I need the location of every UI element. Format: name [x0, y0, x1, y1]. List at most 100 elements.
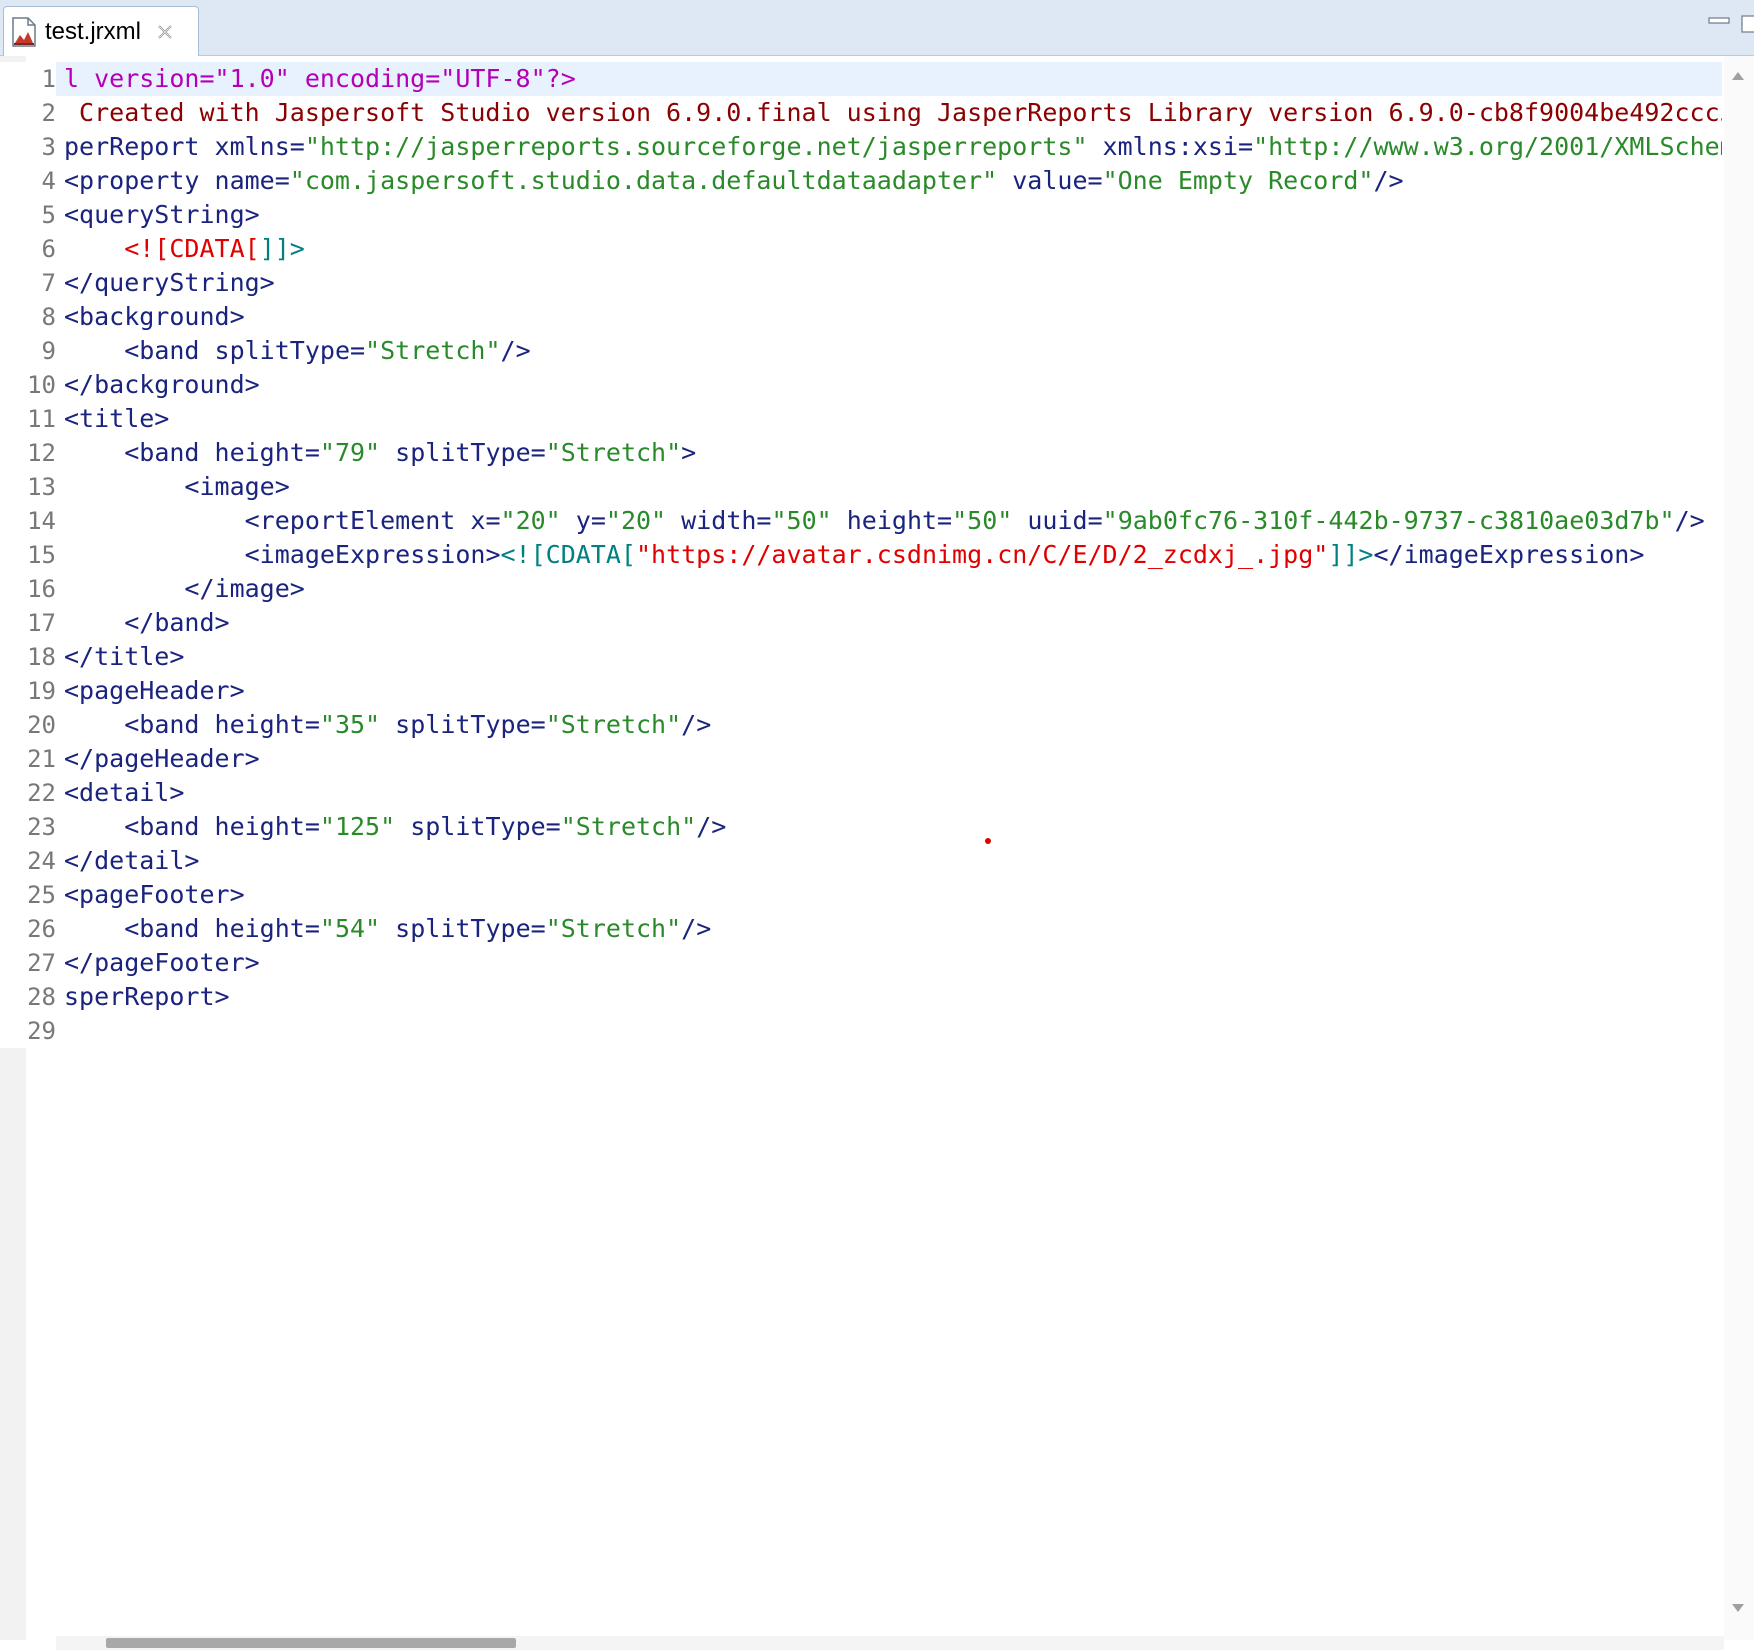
line-number: 2: [0, 96, 56, 130]
maximize-icon[interactable]: [1740, 14, 1754, 34]
code-token: "50": [771, 506, 832, 535]
code-token: "One Empty Record": [1102, 166, 1374, 195]
code-line[interactable]: 14 <reportElement x="20" y="20" width="5…: [0, 504, 1722, 538]
code-token: </imageExpression>: [1373, 540, 1645, 569]
code-line[interactable]: 16 </image>: [0, 572, 1722, 606]
code-token: </queryString>: [64, 268, 275, 297]
line-code: </band>: [64, 606, 229, 640]
line-code: <pageFooter>: [64, 878, 245, 912]
code-line[interactable]: 18 </title>: [0, 640, 1722, 674]
line-number: 5: [0, 198, 56, 232]
code-token: "20": [605, 506, 667, 535]
line-code: <imageExpression><![CDATA["https://avata…: [64, 538, 1645, 572]
line-code: <band height="79" splitType="Stretch">: [64, 436, 696, 470]
code-line[interactable]: 2 Created with Jaspersoft Studio version…: [0, 96, 1722, 130]
tab-test-jrxml[interactable]: test.jrxml: [3, 6, 199, 56]
code-line[interactable]: 19 <pageHeader>: [0, 674, 1722, 708]
code-line[interactable]: 24 </detail>: [0, 844, 1722, 878]
line-code: <background>: [64, 300, 245, 334]
code-token: "9ab0fc76-310f-442b-9737-c3810ae03d7b": [1102, 506, 1675, 535]
line-number: 9: [0, 334, 56, 368]
code-line[interactable]: 17 </band>: [0, 606, 1722, 640]
code-token: y=: [560, 506, 606, 535]
code-token: "Stretch": [560, 812, 697, 841]
line-number: 19: [0, 674, 56, 708]
line-code: <property name="com.jaspersoft.studio.da…: [64, 164, 1404, 198]
line-number: 28: [0, 980, 56, 1014]
code-line[interactable]: 8 <background>: [0, 300, 1722, 334]
code-token: xmlns:xsi=: [1087, 132, 1254, 161]
code-token: perReport: [64, 132, 215, 161]
code-token: "54": [319, 914, 381, 943]
code-token: "Stretch": [545, 710, 682, 739]
code-token: ]]>: [259, 234, 305, 263]
code-line[interactable]: 4 <property name="com.jaspersoft.studio.d…: [0, 164, 1722, 198]
code-line[interactable]: 3 perReport xmlns="http://jasperreports.s…: [0, 130, 1722, 164]
code-token: <reportElement: [244, 506, 471, 535]
code-token: <image>: [184, 472, 290, 501]
line-code: <image>: [64, 470, 290, 504]
line-number: 25: [0, 878, 56, 912]
code-line[interactable]: 28 sperReport>: [0, 980, 1722, 1014]
code-line[interactable]: 12 <band height="79" splitType="Stretch"…: [0, 436, 1722, 470]
code-token: />: [1373, 166, 1404, 195]
line-number: 1: [0, 62, 56, 96]
xml-source-editor[interactable]: 1 l version="1.0" encoding="UTF-8"?> 2 Cre…: [0, 56, 1754, 1650]
line-number: 27: [0, 946, 56, 980]
code-token: height=: [831, 506, 953, 535]
code-line[interactable]: 11 <title>: [0, 402, 1722, 436]
code-line[interactable]: 23 <band height="125" splitType="Stretch…: [0, 810, 1722, 844]
line-number: 16: [0, 572, 56, 606]
code-line[interactable]: 27 </pageFooter>: [0, 946, 1722, 980]
horizontal-scroll-thumb[interactable]: [106, 1638, 516, 1648]
code-line[interactable]: 9 <band splitType="Stretch"/>: [0, 334, 1722, 368]
code-token: <background>: [64, 302, 245, 331]
line-code: </queryString>: [64, 266, 275, 300]
code-token: <band: [124, 812, 215, 841]
vertical-scrollbar[interactable]: [1724, 56, 1754, 1640]
code-token: />: [1674, 506, 1705, 535]
code-token: <band: [124, 336, 215, 365]
code-token: "50": [952, 506, 1013, 535]
close-icon[interactable]: [155, 22, 175, 42]
code-line[interactable]: 10 </background>: [0, 368, 1722, 402]
code-line[interactable]: 29: [0, 1014, 1722, 1048]
code-line[interactable]: 26 <band height="54" splitType="Stretch"…: [0, 912, 1722, 946]
horizontal-scrollbar[interactable]: [56, 1636, 1724, 1650]
code-line[interactable]: 15 <imageExpression><![CDATA["https://av…: [0, 538, 1722, 572]
line-number: 20: [0, 708, 56, 742]
code-token: "https://avatar.csdnimg.cn/C/E/D/2_zcdxj…: [635, 540, 1329, 569]
code-lines[interactable]: 1 l version="1.0" encoding="UTF-8"?> 2 Cre…: [0, 62, 1722, 1048]
line-number: 26: [0, 912, 56, 946]
code-token: ]]>: [1328, 540, 1374, 569]
code-line[interactable]: 22 <detail>: [0, 776, 1722, 810]
line-number: 18: [0, 640, 56, 674]
minimize-icon[interactable]: [1708, 14, 1730, 28]
code-token: "125": [319, 812, 396, 841]
line-code: <pageHeader>: [64, 674, 245, 708]
code-line[interactable]: 20 <band height="35" splitType="Stretch"…: [0, 708, 1722, 742]
line-code: <detail>: [64, 776, 184, 810]
code-line[interactable]: 13 <image>: [0, 470, 1722, 504]
line-number: 17: [0, 606, 56, 640]
code-token: <property: [64, 166, 215, 195]
line-code: l version="1.0" encoding="UTF-8"?>: [64, 62, 576, 96]
code-line[interactable]: 25 <pageFooter>: [0, 878, 1722, 912]
scroll-down-arrow-icon[interactable]: [1732, 1604, 1744, 1612]
line-number: 8: [0, 300, 56, 334]
code-line[interactable]: 6 <![CDATA[]]>: [0, 232, 1722, 266]
code-line[interactable]: 5 <queryString>: [0, 198, 1722, 232]
line-code: Created with Jaspersoft Studio version 6…: [64, 96, 1722, 130]
code-line[interactable]: 21 </pageHeader>: [0, 742, 1722, 776]
code-line[interactable]: 1 l version="1.0" encoding="UTF-8"?>: [0, 62, 1722, 96]
code-line[interactable]: 7 </queryString>: [0, 266, 1722, 300]
code-token: </background>: [64, 370, 260, 399]
line-number: 11: [0, 402, 56, 436]
code-token: splitType=: [380, 438, 546, 467]
code-token: </pageHeader>: [64, 744, 260, 773]
scroll-up-arrow-icon[interactable]: [1732, 72, 1744, 80]
